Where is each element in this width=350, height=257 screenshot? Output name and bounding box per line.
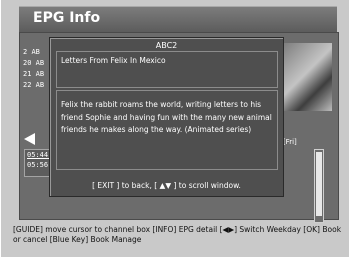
description-box[interactable]: Felix the rabbit roams the world, writin… (56, 90, 278, 170)
title-bar: EPG Info (19, 6, 337, 33)
left-arrow-icon[interactable] (24, 133, 35, 145)
epg-detail-popup: ABC2 Letters From Felix In Mexico Felix … (49, 37, 284, 197)
scrollbar-thumb[interactable] (316, 152, 322, 216)
program-title: Letters From Felix In Mexico (61, 56, 166, 65)
program-description: Felix the rabbit roams the world, writin… (61, 100, 272, 134)
popup-hint: [ EXIT ] to back, [ ▲▼ ] to scroll windo… (92, 181, 241, 190)
help-text: [GUIDE] move cursor to channel box [INFO… (13, 225, 342, 244)
program-title-box: Letters From Felix In Mexico (56, 51, 278, 88)
window-title: EPG Info (33, 10, 101, 26)
preview-image (284, 43, 332, 111)
scrollbar[interactable] (314, 149, 324, 223)
popup-channel-name: ABC2 (155, 41, 178, 50)
epg-screen: EPG Info 2 AB 20 AB 21 AB 22 AB ) [Fri] … (1, 0, 349, 257)
